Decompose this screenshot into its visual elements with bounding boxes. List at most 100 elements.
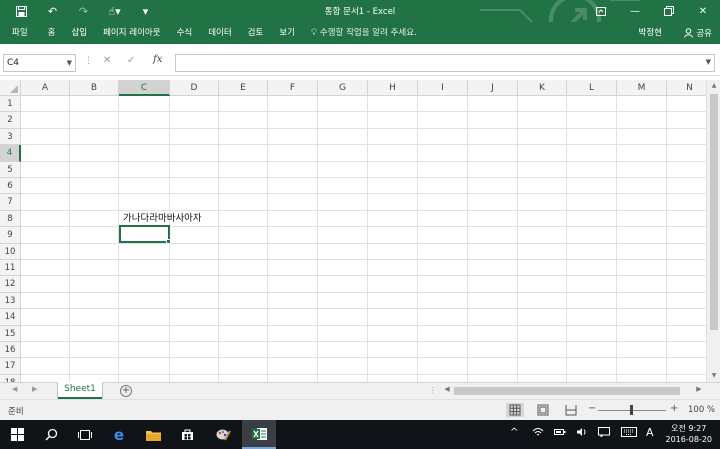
row-header-3[interactable]: 3 [0, 128, 21, 146]
tell-me-box[interactable]: 💡︎ 수행할 작업을 알려 주세요. [303, 22, 425, 44]
formula-input[interactable]: ▼ [175, 54, 715, 72]
scroll-left-icon[interactable]: ◀ [442, 385, 452, 393]
row-header-14[interactable]: 14 [0, 309, 21, 326]
row-header-10[interactable]: 10 [0, 243, 21, 260]
scroll-up-icon[interactable]: ▲ [707, 80, 720, 92]
search-icon[interactable] [34, 420, 68, 449]
show-hidden-icons-icon[interactable]: ^ [510, 427, 518, 438]
fill-handle[interactable] [166, 239, 171, 244]
zoom-slider-knob[interactable] [630, 405, 633, 415]
keyboard-icon[interactable] [621, 427, 637, 440]
row-header-8[interactable]: 8 [0, 210, 21, 228]
column-header-l[interactable]: L [567, 80, 617, 96]
column-header-a[interactable]: A [21, 80, 70, 96]
restore-icon[interactable] [652, 0, 686, 22]
zoom-out-icon[interactable]: − [588, 403, 596, 414]
cell-c3[interactable]: 가나다라마바사아자 [123, 210, 202, 224]
vertical-scrollbar[interactable]: ▲ ▼ [706, 80, 720, 382]
clock-time: 오전 9:27 [671, 424, 707, 433]
chevron-down-icon[interactable]: ▼ [67, 55, 72, 71]
excel-taskbar-icon[interactable] [242, 420, 276, 449]
column-header-c[interactable]: C [119, 80, 170, 96]
tab-page-layout[interactable]: 페이지 레이아웃 [95, 22, 168, 44]
tab-insert[interactable]: 삽입 [63, 22, 95, 44]
column-header-f[interactable]: F [268, 80, 318, 96]
grid-vline [317, 96, 318, 382]
wifi-icon[interactable] [532, 427, 544, 440]
cancel-icon[interactable]: ✕ [103, 55, 111, 66]
tab-home[interactable]: 홈 [40, 22, 64, 44]
row-header-18[interactable]: 18 [0, 374, 21, 382]
column-header-h[interactable]: H [368, 80, 418, 96]
task-view-icon[interactable] [68, 420, 102, 449]
column-header-b[interactable]: B [70, 80, 119, 96]
grip-icon[interactable]: ⋮ [84, 56, 93, 66]
column-header-e[interactable]: E [219, 80, 268, 96]
active-cell-c4[interactable] [119, 225, 171, 244]
tab-formulas[interactable]: 수식 [169, 22, 201, 44]
zoom-level[interactable]: 100 % [688, 405, 715, 415]
row-header-12[interactable]: 12 [0, 276, 21, 293]
insert-function-icon[interactable]: fx [153, 54, 162, 65]
row-header-4[interactable]: 4 [0, 145, 21, 162]
row-header-5[interactable]: 5 [0, 161, 21, 178]
grid-vline [467, 96, 468, 382]
row-header-13[interactable]: 13 [0, 292, 21, 310]
row-header-15[interactable]: 15 [0, 325, 21, 342]
windows-start-icon[interactable] [0, 420, 34, 449]
taskbar-clock[interactable]: 오전 9:27 2016-08-20 [666, 423, 713, 445]
vertical-scroll-thumb[interactable] [710, 94, 718, 330]
expand-formula-bar-icon[interactable]: ▼ [706, 58, 711, 66]
notifications-icon[interactable] [598, 427, 610, 440]
normal-view-icon[interactable] [506, 403, 524, 417]
worksheet-grid[interactable]: ABCDEFGHIJKLMN 1 2 3 4 5 6 7 8 9 10 11 12 13 14 15 16 17… [0, 80, 706, 382]
volume-icon[interactable] [576, 427, 588, 440]
scroll-down-icon[interactable]: ▼ [707, 370, 720, 382]
clock-date: 2016-08-20 [665, 435, 713, 444]
scroll-right-icon[interactable]: ▶ [694, 385, 704, 393]
column-header-m[interactable]: M [617, 80, 667, 96]
tab-split-handle[interactable]: ⋮ [429, 386, 437, 395]
minimize-icon[interactable]: — [618, 0, 652, 22]
horizontal-scroll-thumb[interactable] [454, 387, 680, 395]
user-name[interactable]: 박정현 [639, 22, 662, 44]
new-sheet-icon[interactable]: + [120, 385, 132, 397]
store-icon[interactable] [170, 420, 204, 449]
page-break-preview-icon[interactable] [562, 403, 580, 417]
tab-review[interactable]: 검토 [240, 22, 272, 44]
row-header-1[interactable]: 1 [0, 96, 21, 113]
horizontal-scrollbar[interactable]: ◀ ▶ [440, 385, 706, 397]
page-layout-view-icon[interactable] [534, 403, 552, 417]
row-header-16[interactable]: 16 [0, 342, 21, 359]
input-language-indicator[interactable]: A [646, 426, 654, 439]
tab-data[interactable]: 데이터 [200, 22, 239, 44]
share-button[interactable]: 공유 [684, 22, 712, 44]
row-header-11[interactable]: 11 [0, 260, 21, 277]
enter-icon[interactable]: ✓ [127, 55, 135, 66]
column-header-i[interactable]: I [418, 80, 468, 96]
zoom-in-icon[interactable]: + [670, 403, 678, 414]
row-header-7[interactable]: 7 [0, 194, 21, 211]
sheet-next-icon[interactable]: ▶ [32, 385, 37, 393]
close-icon[interactable]: ✕ [686, 0, 720, 22]
select-all-button[interactable] [0, 80, 21, 96]
row-header-17[interactable]: 17 [0, 358, 21, 375]
column-header-j[interactable]: J [468, 80, 518, 96]
file-explorer-icon[interactable] [136, 420, 170, 449]
tab-view[interactable]: 보기 [271, 22, 303, 44]
row-header-6[interactable]: 6 [0, 178, 21, 195]
row-header-9[interactable]: 9 [0, 227, 21, 244]
column-header-g[interactable]: G [318, 80, 368, 96]
column-header-n[interactable]: N [667, 80, 706, 96]
row-header-2[interactable]: 2 [0, 112, 21, 129]
sheet-tab-sheet1[interactable]: Sheet1 [58, 382, 102, 399]
sheet-prev-icon[interactable]: ◀ [12, 385, 17, 393]
edge-browser-icon[interactable]: e [102, 420, 136, 449]
name-box[interactable]: C4 ▼ [3, 54, 76, 72]
column-header-d[interactable]: D [170, 80, 219, 96]
tab-file[interactable]: 파일 [0, 22, 40, 44]
paint-app-icon[interactable] [206, 420, 240, 449]
power-icon[interactable] [554, 427, 566, 440]
ribbon-display-options-icon[interactable] [584, 0, 618, 22]
column-header-k[interactable]: K [518, 80, 567, 96]
